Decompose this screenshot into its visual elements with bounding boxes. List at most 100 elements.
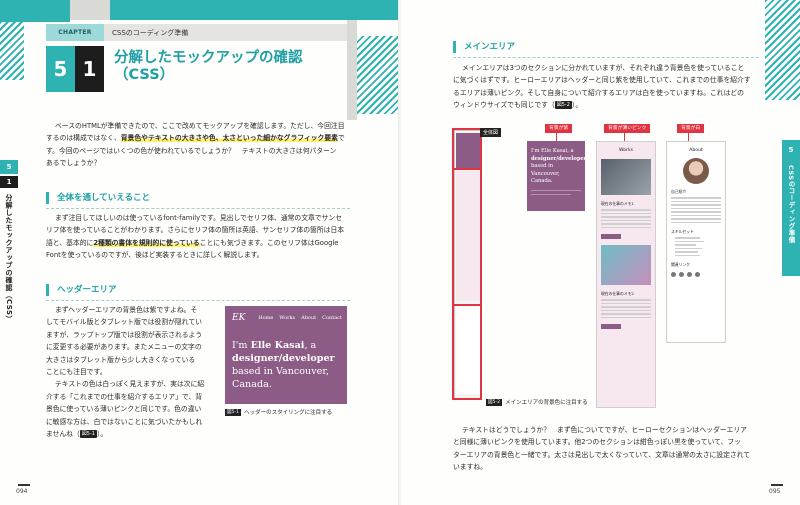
intro-text: で [337, 134, 345, 143]
thumb-hero-line: designer/developer [531, 155, 587, 162]
mock-hero-name: Elle Kasai [250, 340, 305, 351]
side-tab-number: 5 [788, 146, 794, 154]
header-line: してモバイル版とタブレット版では役割が隠れてい [46, 318, 202, 327]
header-text: ませんね（ [46, 430, 80, 439]
mock-nav-contact: Contact [322, 315, 342, 321]
header-line: に敏感な方は、白ではないことに気づいたかもしれ [46, 417, 203, 426]
mock-nav-works: Works [279, 315, 296, 321]
figure-tag: 図5-2 [486, 398, 503, 406]
highlight-box-hero [452, 128, 482, 170]
thumb-social-icons [671, 272, 721, 277]
thumb-about: About 自己紹介 スキルセット 関連リンク [666, 141, 726, 343]
book-spread: CHAPTER CSSのコーディング準備 5 1 分解したモックアップの確認 （… [0, 0, 800, 505]
bottom-line: テキストはどうでしょうか？ まず色についてですが、ヒーローセクションはヘッダーエ… [462, 426, 747, 434]
overall-text: 語と、基本的に [46, 238, 94, 247]
figure-ref: 図5-1 [79, 430, 97, 439]
teal-block [0, 0, 70, 22]
overall-line: Fontを使っているのですが、後ほど実装するときに詳しく解説します。 [46, 251, 264, 260]
thumb-hero-line: based in Vancouver, [531, 163, 560, 177]
page-number-right: 095 [769, 488, 781, 495]
heading-divider [453, 57, 759, 59]
heading-header-area: ヘッダーエリア [46, 284, 117, 296]
figure-caption-2: 図5-2 メインエリアの背景色に注目する [486, 398, 588, 406]
header-mockup-figure: EK Home Works About Contact I'm Elle Kas… [225, 306, 347, 404]
thumb-rule [531, 193, 571, 195]
mock-hero-line: I'm Elle Kasai, a [232, 339, 335, 352]
teal-header-band [110, 0, 399, 20]
gray-block [70, 0, 110, 20]
whole-label: 全体図 [480, 128, 502, 137]
left-page: CHAPTER CSSのコーディング準備 5 1 分解したモックアップの確認 （… [0, 0, 399, 505]
thumb-text-lines [671, 197, 721, 223]
thumb-hero-line: Canada. [531, 178, 553, 184]
main-text: ）。 [571, 101, 583, 110]
heading-overall: 全体を通していえること [46, 192, 150, 204]
section-title: 分解したモックアップの確認 （CSS） [114, 50, 303, 84]
callout-pink: 背景が薄いピンク [604, 124, 651, 133]
thumb-text-lines [601, 209, 651, 228]
figure-ref: 図5-2 [554, 101, 572, 110]
thumb-list [675, 237, 717, 256]
mock-hero-line: Canada. [232, 379, 272, 390]
section-number: 1 [75, 46, 104, 92]
figure-caption-text: メインエリアの背景色に注目する [505, 400, 588, 406]
chapter-title: CSSのコーディング準備 [112, 28, 189, 37]
highlight-box-about [452, 304, 482, 400]
overall-paragraph: まず注目してほしいのは使っているfont-familyです。見出しでセリフ体、通… [46, 212, 356, 262]
bottom-line: と同様に薄いピンクを使用しています。他2つのセクションは紺色っぽい黒を使っていて… [453, 438, 742, 447]
main-line: に気づくはずです。ヒーローエリアはヘッダーと同じ紫を使用していて、これまでの仕事… [453, 76, 751, 85]
thumb-text-lines [601, 299, 651, 318]
thumb-image [601, 159, 651, 195]
heading-main-area: メインエリア [453, 41, 515, 53]
heading-divider [46, 300, 350, 302]
thumb-button [601, 324, 621, 329]
social-icon [671, 272, 676, 277]
header-line: ことにも注目です。 [46, 368, 107, 377]
thumb-button [601, 234, 621, 239]
intro-text: するのは構成ではなく、 [46, 134, 121, 143]
thumb-works-title: Works [618, 148, 634, 153]
thumb-work-title: 現在の仕事のメモ2 [601, 291, 634, 296]
thumb-works: Works 現在の仕事のメモ1 現在の仕事のメモ2 [596, 141, 656, 408]
mock-hero-text: I'm Elle Kasai, a designer/developer bas… [232, 339, 335, 391]
main-line: ウィンドウサイズでも同じです（ 図5-2）。 [453, 99, 765, 111]
thumb-image [601, 245, 651, 285]
page-number-left: 094 [16, 488, 28, 495]
mock-nav-about: About [301, 315, 317, 321]
main-paragraph: メインエリアは3つのセクションに分かれていますが、それぞれ違う背景色を使っている… [453, 62, 765, 112]
overall-line: リフ体を使っていることがわかります。さらにセリフ体の箇所は英語、サンセリフ体の箇… [46, 226, 345, 235]
hatch-decoration-right [355, 36, 399, 114]
header-line: ませんね（ 図5-1）。 [46, 428, 218, 440]
main-line: るエリアは薄いピンク。そして自身について紹介するエリアは白を使っていますね。これ… [453, 88, 744, 97]
side-vertical-title: 分解したモックアップの確認（CSS） [5, 194, 13, 324]
overall-text: ことにも気づきます。このセリフ体はGoogle [199, 238, 339, 247]
folio-rule [18, 484, 30, 486]
thumb-intro-title: 自己紹介 [671, 189, 687, 194]
chapter-label: CHAPTER [46, 24, 104, 41]
gray-strip [347, 20, 357, 120]
bottom-line: ターエリアの背景色と一緒です。太さは見出しで太くなっていて、文章は通常の太さに設… [453, 450, 751, 459]
side-vertical-title-right: CSSのコーディング準備 [787, 165, 795, 244]
figure-caption-text: ヘッダーのスタイリングに注目する [244, 410, 333, 416]
bottom-line: いますね。 [453, 463, 487, 472]
header-line: テキストの色は白っぽく見えますが、実は次に紹 [55, 380, 205, 389]
mock-hero-line: based in Vancouver, [232, 366, 329, 377]
social-icon [679, 272, 684, 277]
thumb-about-title: About [689, 148, 703, 153]
header-line: 介する「これまでの仕事を紹介するエリア」で、背 [46, 392, 203, 401]
thumb-hero-line: I'm Elle Kasai, a [531, 148, 574, 154]
thumb-links-title: 関連リンク [671, 262, 690, 267]
intro-paragraph: ベースのHTMLが準備できたので、ここで改めてモックアップを確認します。ただし、… [46, 120, 356, 170]
overall-line: まず注目してほしいのは使っているfont-familyです。見出しでセリフ体、通… [55, 214, 343, 222]
figure-tag: 図5-1 [225, 408, 242, 416]
intro-line: あるでしょうか？ [46, 159, 101, 168]
text-color-paragraph: テキストはどうでしょうか？ まず色についてですが、ヒーローセクションはヘッダーエ… [453, 424, 767, 474]
header-paragraph: まずヘッダーエリアの背景色は紫ですよね。そ してモバイル版とタブレット版では役割… [46, 304, 218, 440]
header-line: 景色に使っている薄いピンクと同じです。色の違い [46, 405, 202, 414]
mock-hero-text-part: I'm [232, 340, 251, 351]
highlight-box-works [452, 168, 482, 306]
mock-logo: EK [232, 313, 246, 323]
thumb-skills-title: スキルセット [671, 229, 694, 234]
thumb-work-title: 現在の仕事のメモ1 [601, 201, 634, 206]
mock-nav-home: Home [258, 315, 274, 321]
